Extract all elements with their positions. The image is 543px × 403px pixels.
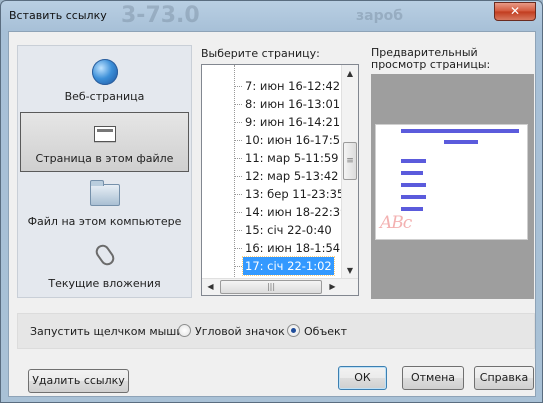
- horizontal-scroll-thumb[interactable]: |||: [220, 280, 322, 294]
- link-type-label: Файл на этом компьютере: [27, 215, 182, 228]
- page-tree[interactable]: 7: июн 16-12:42 8: июн 16-13:01 9: июн 16-…: [201, 64, 359, 296]
- preview-line: [401, 183, 426, 187]
- remove-link-button[interactable]: Удалить ссылку: [28, 369, 129, 393]
- page-list-item[interactable]: 14: июн 18-22:39: [202, 203, 347, 221]
- page-list-item[interactable]: 10: июн 16-17:53: [202, 131, 347, 149]
- preview-slide: ABc: [375, 124, 528, 240]
- preview-abc-graphic: ABc: [380, 213, 412, 233]
- page-list-item[interactable]: 11: мар 5-11:59: [202, 149, 343, 167]
- link-type-label: Веб-страница: [64, 90, 145, 103]
- preview-line: [401, 159, 426, 163]
- run-on-click-group: Запустить щелчком мыши: Угловой значок О…: [17, 313, 535, 349]
- scroll-right-icon[interactable]: ▶: [324, 279, 341, 295]
- link-type-file-on-computer[interactable]: Файл на этом компьютере: [20, 174, 189, 234]
- link-type-label: Текущие вложения: [48, 277, 161, 290]
- radio-corner-icon-label[interactable]: Угловой значок: [195, 325, 285, 338]
- link-type-label: Страница в этом файле: [35, 152, 174, 165]
- preview-line: [401, 207, 423, 211]
- page-list-item-label: 14: июн 18-22:39: [245, 205, 348, 219]
- page-list-item[interactable]: 7: июн 16-12:42: [202, 77, 343, 95]
- page-list-label: Выберите страницу:: [201, 47, 320, 60]
- page-list-item[interactable]: 9: июн 16-14:21: [202, 113, 343, 131]
- run-on-click-label: Запустить щелчком мыши:: [30, 325, 188, 338]
- page-list-item-label: 7: июн 16-12:42: [245, 79, 341, 93]
- close-button[interactable]: ✕: [494, 2, 536, 21]
- ok-button[interactable]: ОК: [338, 366, 387, 390]
- paperclip-icon: [92, 241, 117, 269]
- title-bar[interactable]: 3-73.0 зароб Вставить ссылку ✕: [1, 1, 542, 31]
- page-list-item-label: 10: июн 16-17:53: [245, 133, 348, 147]
- preview-title-bar: [401, 129, 519, 133]
- page-list-item[interactable]: 8: июн 16-13:01: [202, 95, 343, 113]
- vertical-scroll-thumb[interactable]: ≡: [343, 142, 357, 180]
- link-type-web-page[interactable]: Веб-страница: [20, 49, 189, 109]
- page-list-item[interactable]: 12: мар 5-13:42: [202, 167, 343, 185]
- preview-line: [401, 195, 426, 199]
- page-list-item[interactable]: 17: січ 22-1:02: [202, 256, 343, 276]
- dialog-title: Вставить ссылку: [9, 9, 107, 22]
- page-list-item[interactable]: 15: січ 22-0:40: [202, 221, 343, 239]
- preview-subtitle-bar: [444, 140, 478, 144]
- page-list-item-label: 8: июн 16-13:01: [245, 97, 341, 111]
- background-ghost-text: 3-73.0: [121, 3, 200, 28]
- page-list-item[interactable]: 13: бер 11-23:35: [202, 185, 345, 203]
- radio-object[interactable]: [287, 324, 300, 337]
- cancel-button[interactable]: Отмена: [402, 366, 464, 390]
- close-icon: ✕: [509, 4, 521, 18]
- horizontal-scrollbar[interactable]: ◀ ||| ▶: [202, 278, 358, 295]
- radio-corner-icon[interactable]: [178, 324, 191, 337]
- background-ghost-text-2: зароб: [356, 8, 403, 24]
- preview-line: [401, 171, 423, 175]
- link-type-page-in-file[interactable]: Страница в этом файле: [20, 112, 189, 172]
- link-type-bar: Веб-страница Страница в этом файле Файл …: [17, 45, 192, 298]
- help-button[interactable]: Справка: [474, 366, 534, 390]
- page-list-item-label: 11: мар 5-11:59: [245, 151, 339, 165]
- page-list-item-label: 9: июн 16-14:21: [245, 115, 341, 129]
- preview-label: Предварительный просмотр страницы:: [371, 46, 491, 71]
- scroll-down-icon[interactable]: ▼: [342, 262, 358, 279]
- page-list-item[interactable]: 16: июн 18-1:54: [202, 239, 343, 257]
- globe-icon: [91, 59, 118, 85]
- page-list-item-label: 16: июн 18-1:54: [245, 241, 341, 255]
- folder-icon: [89, 180, 120, 206]
- scroll-up-icon[interactable]: ▲: [342, 65, 358, 82]
- page-preview: ABc: [371, 74, 534, 299]
- page-list-item-label: 17: січ 22-1:02: [242, 256, 335, 276]
- page-icon: [93, 126, 116, 142]
- link-type-current-attachments[interactable]: Текущие вложения: [20, 236, 189, 296]
- radio-object-label[interactable]: Объект: [304, 325, 347, 338]
- page-list-item-label: 12: мар 5-13:42: [245, 169, 339, 183]
- page-list-item-label: 15: січ 22-0:40: [245, 223, 332, 237]
- page-list-item-label: 13: бер 11-23:35: [245, 187, 345, 201]
- scroll-left-icon[interactable]: ◀: [202, 279, 219, 295]
- tree-rows: 7: июн 16-12:42 8: июн 16-13:01 9: июн 16-…: [202, 77, 347, 293]
- vertical-scrollbar[interactable]: ▲ ≡ ▼: [341, 65, 358, 279]
